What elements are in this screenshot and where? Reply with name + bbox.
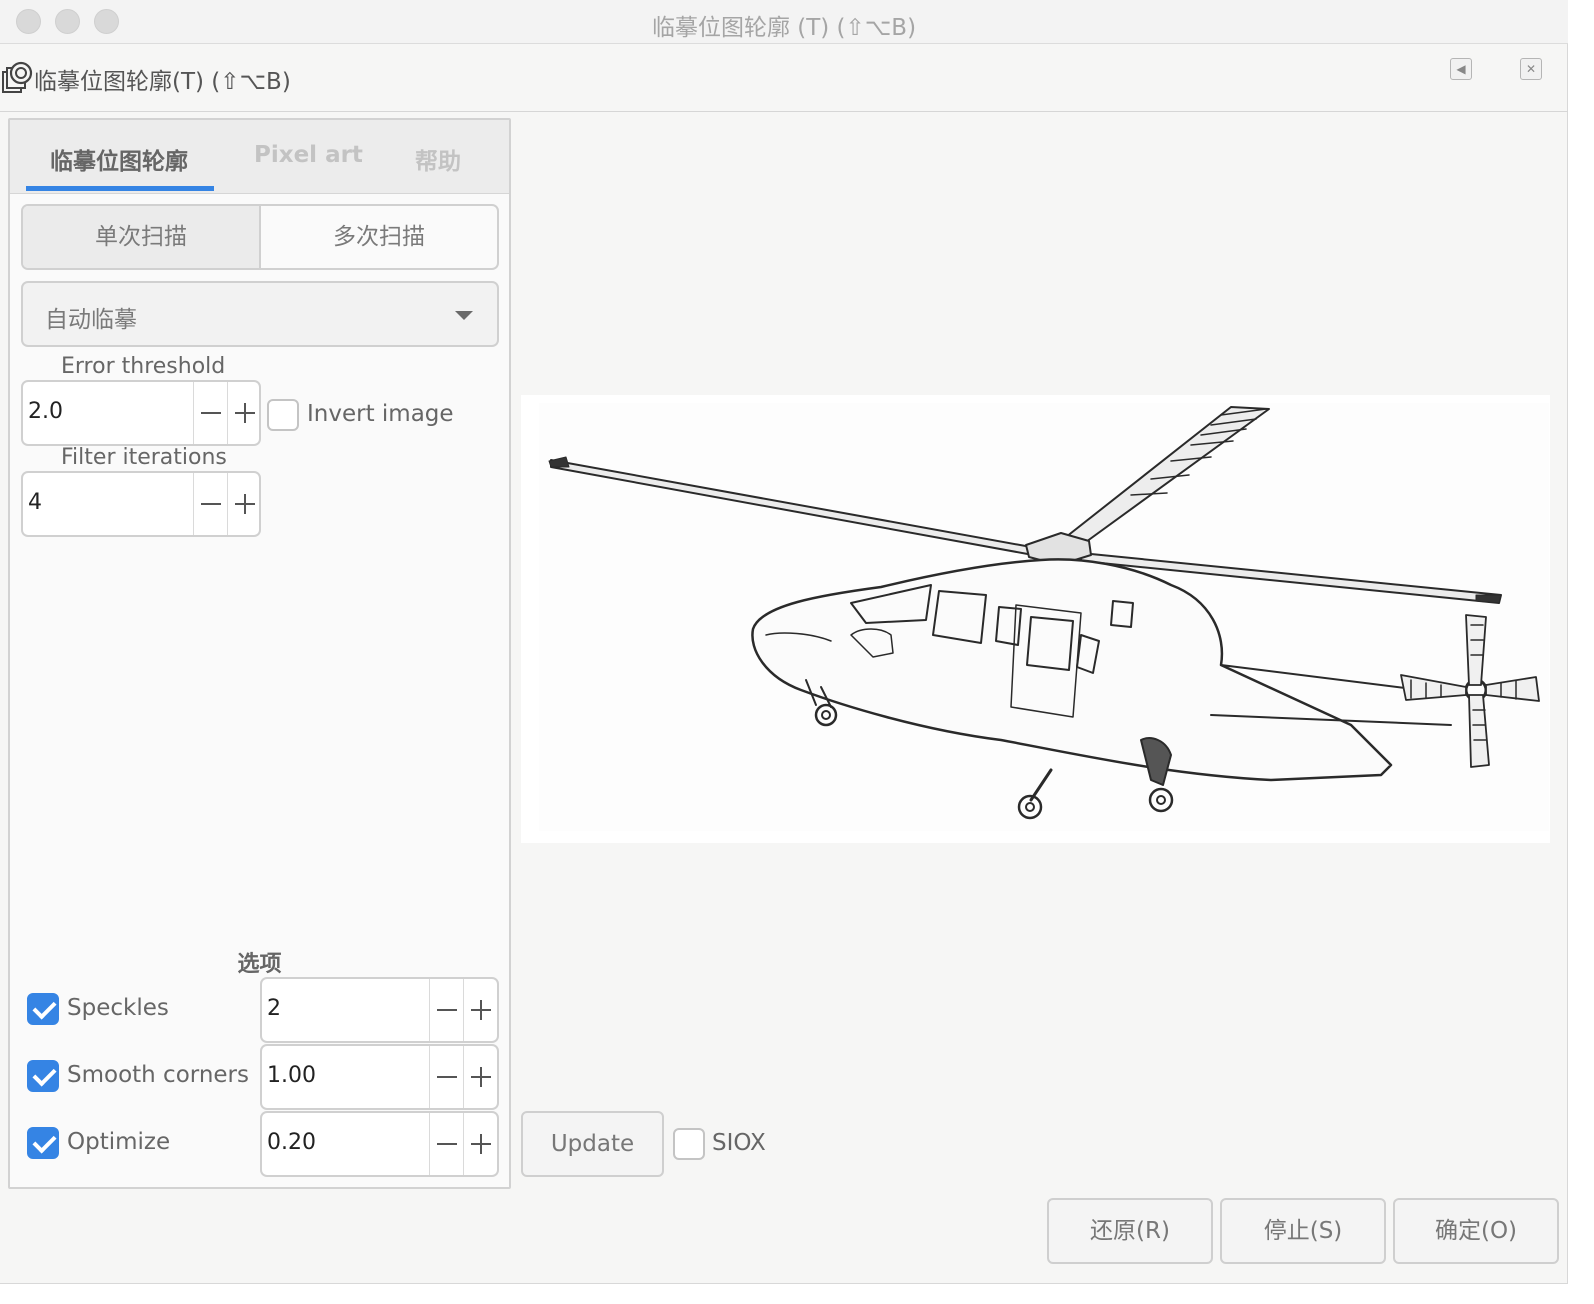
update-preview-button[interactable]: Update <box>521 1111 664 1177</box>
filter-iterations-increment[interactable] <box>227 473 261 535</box>
tab-bar: 临摹位图轮廓 Pixel art 帮助 <box>10 120 509 194</box>
siox-label: SIOX <box>712 1130 766 1156</box>
tab-help[interactable]: 帮助 <box>415 142 461 176</box>
trace-bitmap-window: 临摹位图轮廓 (T) (⇧⌥B) 临摹位图轮廓(T) (⇧⌥B) ◀ ✕ 临摹位… <box>0 0 1568 1284</box>
smooth-corners-decrement[interactable] <box>429 1046 463 1108</box>
filter-iterations-input[interactable]: 4 <box>28 490 42 515</box>
scan-mode-switch: 单次扫描 多次扫描 <box>21 204 499 270</box>
dock-close-button[interactable]: ✕ <box>1520 58 1542 80</box>
smooth-corners-label: Smooth corners <box>67 1062 249 1088</box>
title-bar: 临摹位图轮廓 (T) (⇧⌥B) <box>0 0 1568 44</box>
speckles-input[interactable]: 2 <box>267 996 281 1021</box>
optimize-decrement[interactable] <box>429 1113 463 1175</box>
error-threshold-spinner: 2.0 <box>21 380 261 446</box>
tab-trace-bitmap[interactable]: 临摹位图轮廓 <box>50 142 188 176</box>
error-threshold-decrement[interactable] <box>193 382 227 444</box>
options-heading: 选项 <box>237 952 282 977</box>
window-title: 临摹位图轮廓 (T) (⇧⌥B) <box>651 15 917 41</box>
active-tab-indicator <box>26 186 214 191</box>
ok-button[interactable]: 确定(O) <box>1393 1198 1559 1264</box>
optimize-spinner: 0.20 <box>260 1111 499 1177</box>
speckles-decrement[interactable] <box>429 979 463 1041</box>
dialog-title: 临摹位图轮廓(T) (⇧⌥B) <box>34 69 291 95</box>
trace-mode-dropdown[interactable]: 自动临摹 <box>21 281 499 347</box>
optimize-input[interactable]: 0.20 <box>267 1130 316 1155</box>
siox-checkbox[interactable] <box>673 1128 705 1160</box>
dock-collapse-button[interactable]: ◀ <box>1450 58 1472 80</box>
trace-bitmap-icon <box>2 61 33 93</box>
filter-iterations-decrement[interactable] <box>193 473 227 535</box>
error-threshold-input[interactable]: 2.0 <box>28 399 63 424</box>
error-threshold-label: Error threshold <box>61 354 226 379</box>
optimize-increment[interactable] <box>463 1113 497 1175</box>
smooth-corners-increment[interactable] <box>463 1046 497 1108</box>
trace-preview-image <box>521 395 1550 843</box>
trace-mode-value: 自动临摹 <box>45 307 137 333</box>
smooth-corners-spinner: 1.00 <box>260 1044 499 1110</box>
speckles-increment[interactable] <box>463 979 497 1041</box>
smooth-corners-input[interactable]: 1.00 <box>267 1063 316 1088</box>
single-scan-button[interactable]: 单次扫描 <box>23 206 261 268</box>
multiple-scan-button[interactable]: 多次扫描 <box>261 206 497 268</box>
error-threshold-increment[interactable] <box>227 382 261 444</box>
optimize-checkbox[interactable] <box>27 1127 59 1159</box>
filter-iterations-label: Filter iterations <box>61 445 227 470</box>
settings-panel: 临摹位图轮廓 Pixel art 帮助 单次扫描 多次扫描 自动临摹 Error… <box>8 118 511 1189</box>
speckles-checkbox[interactable] <box>27 993 59 1025</box>
reset-button[interactable]: 还原(R) <box>1047 1198 1213 1264</box>
invert-image-label: Invert image <box>307 401 454 427</box>
speckles-label: Speckles <box>67 995 169 1021</box>
tab-pixel-art[interactable]: Pixel art <box>254 142 363 168</box>
stop-button[interactable]: 停止(S) <box>1220 1198 1386 1264</box>
chevron-down-icon <box>455 311 473 320</box>
dialog-header: 临摹位图轮廓(T) (⇧⌥B) ◀ ✕ <box>0 44 1568 112</box>
speckles-spinner: 2 <box>260 977 499 1043</box>
invert-image-checkbox[interactable] <box>267 399 299 431</box>
smooth-corners-checkbox[interactable] <box>27 1060 59 1092</box>
filter-iterations-spinner: 4 <box>21 471 261 537</box>
helicopter-sketch-image <box>539 403 1549 831</box>
optimize-label: Optimize <box>67 1129 171 1155</box>
